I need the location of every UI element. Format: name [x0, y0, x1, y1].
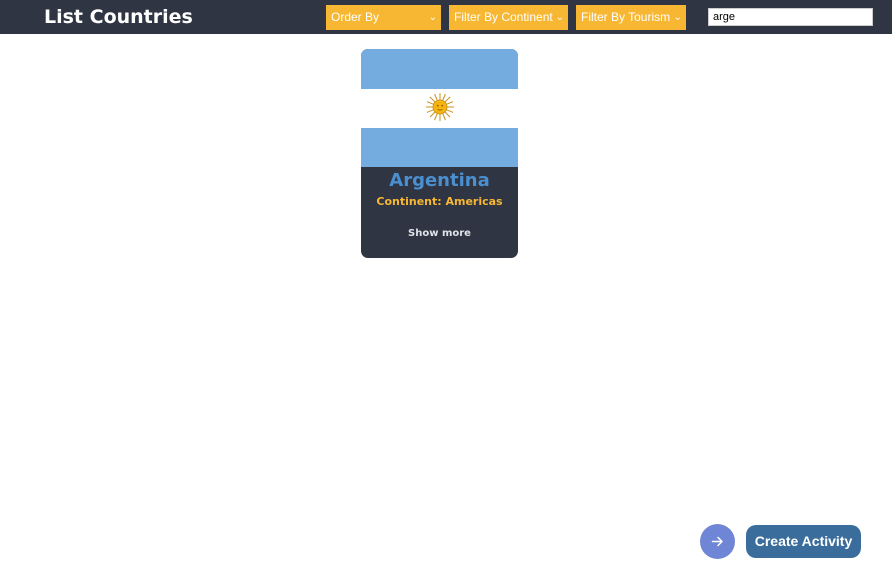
create-activity-button[interactable]: Create Activity — [746, 525, 861, 558]
page-title: List Countries — [44, 6, 193, 28]
country-flag — [361, 49, 518, 167]
next-page-button[interactable] — [700, 524, 735, 559]
filter-tourism-select[interactable]: Filter By Tourism ⌄ — [576, 5, 686, 30]
filter-continent-select[interactable]: Filter By Continent ⌄ — [449, 5, 568, 30]
flag-stripe-top — [361, 49, 518, 89]
flag-stripe-bottom — [361, 128, 518, 167]
arrow-right-icon — [711, 536, 723, 547]
country-continent: Continent: Americas — [376, 195, 503, 208]
order-by-label: Order By — [331, 10, 380, 24]
chevron-down-icon: ⌄ — [555, 12, 564, 23]
top-bar: List Countries Order By ⌄ Filter By Cont… — [0, 0, 892, 34]
filter-continent-label: Filter By Continent — [454, 10, 553, 24]
sun-of-may-icon — [426, 93, 454, 121]
country-name: Argentina — [389, 170, 490, 191]
chevron-down-icon: ⌄ — [673, 12, 682, 23]
search-input[interactable] — [708, 8, 873, 26]
show-more-link[interactable]: Show more — [361, 226, 518, 242]
country-card[interactable]: Argentina Continent: Americas Show more — [361, 49, 518, 258]
order-by-select[interactable]: Order By ⌄ — [326, 5, 441, 30]
filter-tourism-label: Filter By Tourism — [581, 10, 671, 24]
chevron-down-icon: ⌄ — [428, 12, 437, 23]
